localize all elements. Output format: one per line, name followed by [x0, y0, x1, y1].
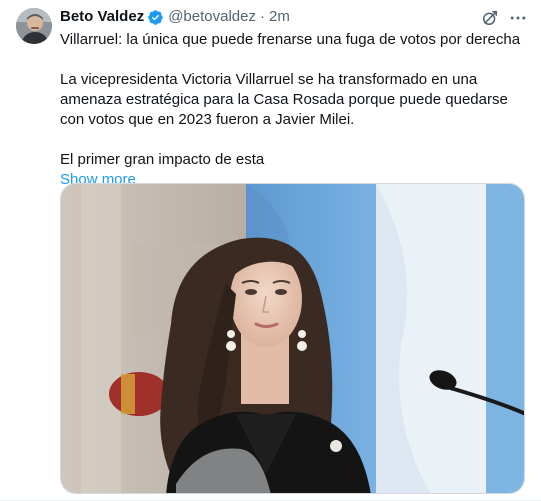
avatar[interactable] — [16, 8, 52, 44]
tweet-photo[interactable] — [60, 183, 525, 494]
separator-dot: · — [259, 8, 265, 25]
tweet-header: Beto Valdez @betovaldez · 2m — [60, 6, 526, 28]
grok-icon[interactable] — [480, 8, 500, 28]
avatar-image — [16, 8, 52, 44]
tweet-text-paragraph: El primer gran impacto de esta — [60, 151, 265, 168]
photo-image — [61, 184, 524, 493]
display-name[interactable]: Beto Valdez — [60, 7, 144, 27]
more-options-icon[interactable] — [508, 8, 528, 28]
tweet-text-paragraph: La vicepresidenta Victoria Villarruel se… — [60, 71, 508, 128]
timestamp[interactable]: 2m — [269, 7, 290, 27]
user-handle[interactable]: @betovaldez — [168, 7, 256, 27]
tweet-text-title: Villarruel: la única que puede frenarse … — [60, 31, 521, 48]
header-actions — [480, 8, 528, 28]
tweet-card[interactable]: Beto Valdez @betovaldez · 2m Villarruel:… — [0, 0, 541, 501]
verified-badge-icon — [147, 9, 164, 26]
